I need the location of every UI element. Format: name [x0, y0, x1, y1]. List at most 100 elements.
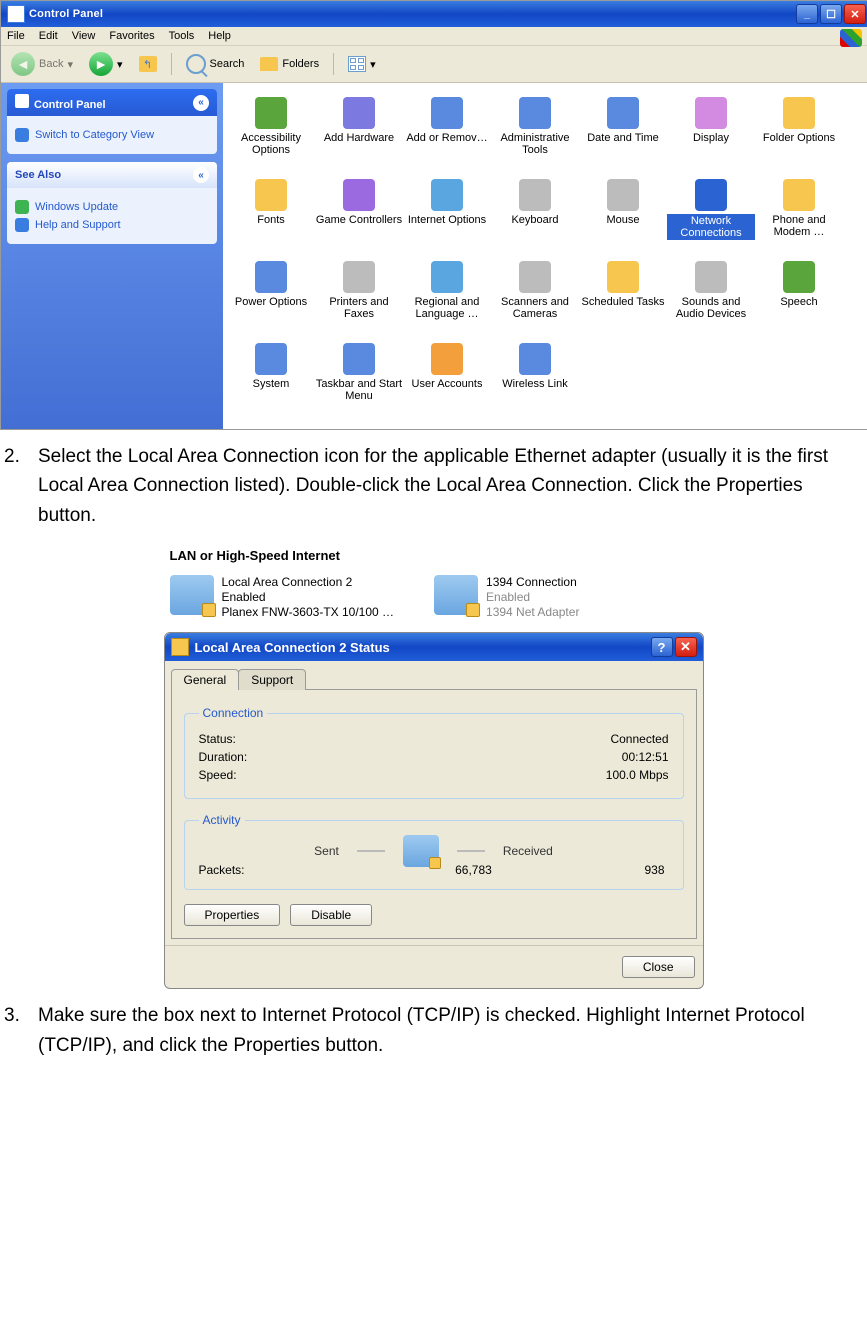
value-duration: 00:12:51	[622, 750, 669, 764]
item-icon	[607, 261, 639, 293]
windows-flag-icon	[840, 29, 862, 47]
item-label: Folder Options	[755, 132, 843, 144]
maximize-button[interactable]: ☐	[820, 4, 842, 24]
control-panel-item[interactable]: Scheduled Tasks	[579, 257, 667, 337]
control-panel-item[interactable]: Accessibility Options	[227, 93, 315, 173]
properties-button[interactable]: Properties	[184, 904, 281, 926]
folders-button[interactable]: Folders	[254, 55, 325, 73]
control-panel-item[interactable]: Keyboard	[491, 175, 579, 255]
network-adapter-icon	[170, 575, 214, 615]
tab-general[interactable]: General	[171, 669, 240, 690]
step-number: 2.	[4, 442, 38, 530]
legend-connection: Connection	[199, 706, 268, 720]
switch-category-view-link[interactable]: Switch to Category View	[15, 128, 209, 142]
control-panel-item[interactable]: Regional and Language …	[403, 257, 491, 337]
item-icon	[431, 261, 463, 293]
switch-view-icon	[15, 128, 29, 142]
collapse-icon[interactable]: «	[193, 95, 209, 111]
control-panel-item[interactable]: Folder Options	[755, 93, 843, 173]
item-icon	[783, 261, 815, 293]
status-dialog: Local Area Connection 2 Status ? ✕ Gener…	[164, 632, 704, 989]
item-icon	[607, 179, 639, 211]
status-title-bar[interactable]: Local Area Connection 2 Status ? ✕	[165, 633, 703, 661]
menu-help[interactable]: Help	[208, 30, 231, 42]
item-icon	[783, 97, 815, 129]
collapse-icon[interactable]: «	[193, 167, 209, 183]
control-panel-item[interactable]: Printers and Faxes	[315, 257, 403, 337]
folder-icon	[260, 57, 278, 71]
label-received: Received	[503, 844, 553, 858]
control-panel-item[interactable]: Add or Remov…	[403, 93, 491, 173]
item-icon	[255, 343, 287, 375]
item-label: Power Options	[227, 296, 315, 308]
menu-favorites[interactable]: Favorites	[109, 30, 154, 42]
control-panel-item[interactable]: Display	[667, 93, 755, 173]
control-panel-item[interactable]: Phone and Modem …	[755, 175, 843, 255]
help-support-link[interactable]: Help and Support	[15, 218, 209, 232]
connection-1394[interactable]: 1394 Connection Enabled 1394 Net Adapter	[434, 575, 579, 620]
item-label: Accessibility Options	[227, 132, 315, 156]
up-button[interactable]: ↰	[133, 54, 163, 74]
panel-header-control-panel[interactable]: Control Panel «	[7, 89, 217, 116]
menu-bar: File Edit View Favorites Tools Help	[1, 27, 867, 46]
close-button[interactable]: ✕	[844, 4, 866, 24]
search-button[interactable]: Search	[180, 52, 251, 76]
menu-view[interactable]: View	[72, 30, 96, 42]
item-icon	[695, 261, 727, 293]
back-button[interactable]: ◄ Back ▾	[5, 50, 79, 78]
control-panel-item[interactable]: Power Options	[227, 257, 315, 337]
views-button[interactable]: ▾	[342, 54, 382, 74]
control-panel-item[interactable]: Internet Options	[403, 175, 491, 255]
control-panel-item[interactable]: Speech	[755, 257, 843, 337]
forward-button[interactable]: ► ▾	[83, 50, 129, 78]
close-button[interactable]: ✕	[675, 637, 697, 657]
sidebar: Control Panel « Switch to Category View …	[1, 83, 223, 429]
app-icon	[7, 5, 25, 23]
control-panel-item[interactable]: Network Connections	[667, 175, 755, 255]
forward-arrow-icon: ►	[89, 52, 113, 76]
item-label: Scanners and Cameras	[491, 296, 579, 320]
connection-local-area[interactable]: Local Area Connection 2 Enabled Planex F…	[170, 575, 395, 620]
item-label: Date and Time	[579, 132, 667, 144]
item-label: Wireless Link	[491, 378, 579, 390]
minimize-button[interactable]: _	[796, 4, 818, 24]
tab-support[interactable]: Support	[238, 669, 306, 690]
item-icon	[255, 179, 287, 211]
item-icon	[695, 97, 727, 129]
control-panel-item[interactable]: User Accounts	[403, 339, 491, 419]
menu-edit[interactable]: Edit	[39, 30, 58, 42]
control-panel-item[interactable]: Wireless Link	[491, 339, 579, 419]
control-panel-item[interactable]: Sounds and Audio Devices	[667, 257, 755, 337]
item-label: Administrative Tools	[491, 132, 579, 156]
control-panel-item[interactable]: System	[227, 339, 315, 419]
control-panel-item[interactable]: Scanners and Cameras	[491, 257, 579, 337]
legend-activity: Activity	[199, 813, 245, 827]
item-icon	[255, 97, 287, 129]
control-panel-item[interactable]: Game Controllers	[315, 175, 403, 255]
control-panel-item[interactable]: Mouse	[579, 175, 667, 255]
item-label: Sounds and Audio Devices	[667, 296, 755, 320]
control-panel-item[interactable]: Administrative Tools	[491, 93, 579, 173]
item-label: Regional and Language …	[403, 296, 491, 320]
help-button[interactable]: ?	[651, 637, 673, 657]
activity-icon	[403, 835, 439, 867]
item-icon	[695, 179, 727, 211]
icon-area: Accessibility OptionsAdd HardwareAdd or …	[223, 83, 867, 429]
control-panel-item[interactable]: Date and Time	[579, 93, 667, 173]
item-label: Fonts	[227, 214, 315, 226]
control-panel-item[interactable]: Taskbar and Start Menu	[315, 339, 403, 419]
control-panel-item[interactable]: Fonts	[227, 175, 315, 255]
item-icon	[519, 97, 551, 129]
globe-icon	[15, 200, 29, 214]
panel-header-see-also[interactable]: See Also «	[7, 162, 217, 188]
control-panel-item[interactable]: Add Hardware	[315, 93, 403, 173]
title-bar[interactable]: Control Panel _ ☐ ✕	[1, 1, 867, 27]
window-title: Control Panel	[29, 8, 796, 20]
menu-tools[interactable]: Tools	[169, 30, 195, 42]
close-dialog-button[interactable]: Close	[622, 956, 695, 978]
windows-update-link[interactable]: Windows Update	[15, 200, 209, 214]
disable-button[interactable]: Disable	[290, 904, 372, 926]
connection-device: 1394 Net Adapter	[486, 605, 579, 620]
menu-file[interactable]: File	[7, 30, 25, 42]
item-label: Scheduled Tasks	[579, 296, 667, 308]
